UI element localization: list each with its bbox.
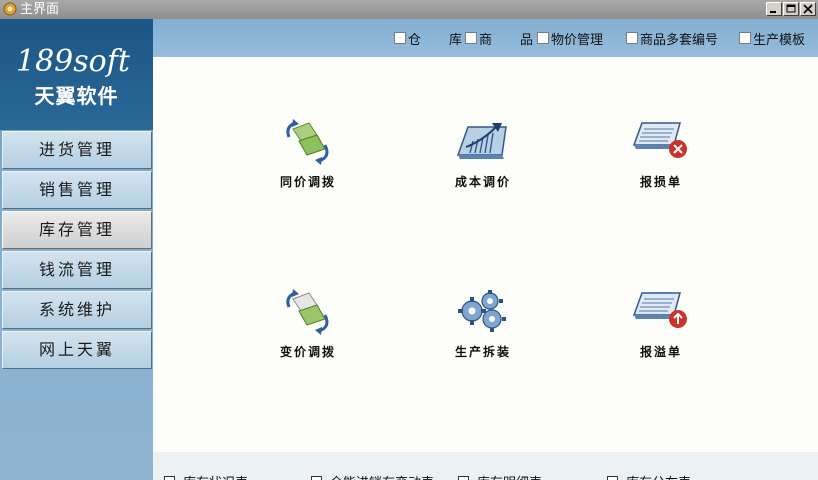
document-overflow-icon bbox=[632, 292, 687, 328]
menu-inventory[interactable]: 库存管理 bbox=[2, 211, 152, 249]
tool-label: 变价调拨 bbox=[279, 345, 336, 359]
report-inventory-detail[interactable]: 库存明细表 bbox=[458, 472, 542, 480]
loss-report-tool[interactable]: 报损单 bbox=[606, 115, 716, 190]
document-loss-icon bbox=[632, 122, 687, 158]
logo-wordmark: 189soft bbox=[16, 44, 131, 79]
logo-chinese-name: 天翼软件 bbox=[34, 84, 119, 108]
checkbox-box[interactable] bbox=[394, 32, 406, 44]
tool-label: 报损单 bbox=[639, 175, 682, 189]
app-icon bbox=[3, 2, 17, 16]
production-assembly-tool[interactable]: 生产拆装 bbox=[428, 285, 538, 360]
chart-adjust-icon bbox=[456, 123, 507, 159]
checkbox-box[interactable] bbox=[739, 32, 751, 44]
logo: 189soft 天翼软件 bbox=[0, 19, 153, 130]
report-inventory-status[interactable]: 库存状况表 bbox=[164, 472, 248, 480]
close-icon bbox=[803, 4, 813, 14]
svg-text:189soft: 189soft bbox=[16, 44, 131, 79]
same-price-transfer-tool[interactable]: 同价调拨 bbox=[253, 115, 363, 190]
menu-sales[interactable]: 销售管理 bbox=[2, 171, 152, 209]
maximize-button[interactable] bbox=[783, 2, 799, 16]
window-title: 主界面 bbox=[20, 2, 60, 17]
tool-label: 生产拆装 bbox=[454, 345, 511, 359]
checkbox-box[interactable] bbox=[458, 476, 469, 480]
multi-code-checkbox[interactable]: 商品多套编号 bbox=[626, 30, 718, 48]
warehouse-checkbox[interactable]: 仓 bbox=[394, 30, 421, 48]
menu-purchase[interactable]: 进货管理 bbox=[2, 131, 152, 169]
top-toolbar: 仓 库 商 品 物价管理 商品多套编号 生产模板 bbox=[153, 19, 818, 57]
menu-cashflow[interactable]: 钱流管理 bbox=[2, 251, 152, 289]
maximize-icon bbox=[786, 4, 796, 13]
overflow-report-tool[interactable]: 报溢单 bbox=[606, 285, 716, 360]
close-button[interactable] bbox=[800, 2, 816, 16]
warehouse-checkbox-label[interactable]: 库 bbox=[449, 30, 462, 48]
checkbox-box[interactable] bbox=[537, 32, 549, 44]
tool-label: 成本调价 bbox=[454, 175, 511, 189]
checkbox-box[interactable] bbox=[311, 476, 322, 480]
minimize-icon bbox=[770, 11, 776, 13]
cost-adjust-tool[interactable]: 成本调价 bbox=[428, 115, 538, 190]
title-bar: 主界面 bbox=[0, 0, 818, 19]
checkbox-box[interactable] bbox=[607, 476, 618, 480]
folder-swap-icon bbox=[286, 289, 329, 335]
tool-label: 同价调拨 bbox=[279, 175, 336, 189]
variable-price-transfer-tool[interactable]: 变价调拨 bbox=[253, 285, 363, 360]
minimize-button[interactable] bbox=[766, 2, 782, 16]
gears-icon bbox=[458, 290, 506, 332]
menu-system-maintenance[interactable]: 系统维护 bbox=[2, 291, 152, 329]
checkbox-box[interactable] bbox=[626, 32, 638, 44]
tool-label: 报溢单 bbox=[639, 345, 682, 359]
left-nav-panel: 189soft 天翼软件 进货管理 销售管理 库存管理 钱流管理 系统维护 网上… bbox=[0, 19, 153, 480]
report-inventory-distribution[interactable]: 库存分布表 bbox=[607, 472, 691, 480]
main-content: 同价调拨 成本调价 报损单 变价调拨 生产拆装 报溢单 bbox=[153, 57, 818, 452]
report-full-changes[interactable]: 全能进销存变动表 bbox=[311, 472, 434, 480]
checkbox-box[interactable] bbox=[164, 476, 175, 480]
report-strip: 库存状况表 全能进销存变动表 库存明细表 库存分布表 bbox=[153, 452, 818, 480]
checkbox-box[interactable] bbox=[465, 32, 477, 44]
menu-online-tianyi[interactable]: 网上天翼 bbox=[2, 331, 152, 369]
production-template-checkbox[interactable]: 生产模板 bbox=[739, 30, 805, 48]
price-management-checkbox[interactable]: 物价管理 bbox=[537, 30, 603, 48]
folder-swap-icon bbox=[286, 119, 329, 165]
goods-checkbox[interactable]: 商 品 bbox=[465, 30, 533, 48]
